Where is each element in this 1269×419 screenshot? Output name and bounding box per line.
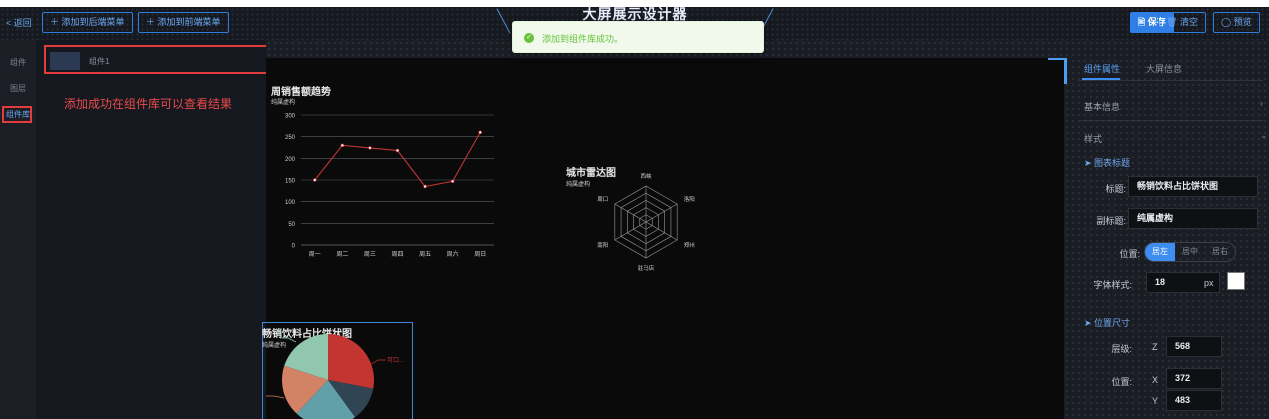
position-left-option[interactable]: 居左 bbox=[1145, 243, 1175, 261]
y-tick-label: 150 bbox=[285, 179, 296, 185]
radar-indicator-label: 西峡 bbox=[640, 172, 652, 180]
radar-indicator-label: 郑州 bbox=[684, 241, 695, 249]
tab-divider bbox=[1078, 80, 1263, 81]
title-position-segmented: 居左 居中 居右 bbox=[1144, 242, 1236, 262]
pie-label-line bbox=[280, 337, 297, 343]
back-link[interactable]: < 返回 bbox=[6, 16, 32, 29]
pie-slice-label: 饮 bbox=[276, 329, 282, 337]
pos-label: 位置: bbox=[1111, 377, 1132, 387]
title-label: 标题: bbox=[1105, 184, 1126, 194]
subtitle-input[interactable]: 纯属虚构 bbox=[1128, 208, 1258, 229]
font-style-label: 字体样式: bbox=[1093, 280, 1132, 290]
title-decoration-left bbox=[496, 8, 511, 34]
x-tick-label: 周三 bbox=[364, 251, 376, 258]
y-position-input[interactable]: 483 bbox=[1166, 390, 1222, 411]
z-prefix: Z bbox=[1152, 342, 1158, 352]
data-point bbox=[423, 184, 427, 189]
preview-button[interactable]: ◯ 预览 bbox=[1213, 12, 1260, 33]
pie-label-line bbox=[266, 395, 285, 399]
rail-highlight-box bbox=[2, 106, 32, 123]
radar-chart[interactable]: 西峡洛阳郑州驻马店 南阳 周口 bbox=[561, 158, 731, 288]
y-tick-label: 50 bbox=[288, 222, 295, 228]
pie-chart[interactable]: 可口... 饮 bbox=[266, 320, 416, 419]
design-canvas[interactable]: 周销售额趋势 纯属虚构 0 50 100 150 200 250 300 周一 周二 周三 周四 周五… bbox=[262, 58, 1064, 419]
style-section[interactable]: 样式 bbox=[1084, 132, 1102, 145]
line-chart-title: 周销售额趋势 bbox=[271, 87, 331, 98]
data-point bbox=[368, 146, 372, 150]
subtitle-label: 副标题: bbox=[1096, 216, 1126, 226]
x-tick-label: 周五 bbox=[419, 251, 431, 258]
radar-axis bbox=[614, 203, 647, 223]
rail-item-layers[interactable]: 图层 bbox=[0, 83, 36, 94]
rail-item-components[interactable]: 组件 bbox=[0, 57, 36, 68]
data-point bbox=[395, 148, 400, 153]
tab-screen-info[interactable]: 大屏信息 bbox=[1146, 62, 1182, 75]
y-tick-label: 0 bbox=[292, 244, 296, 250]
data-point bbox=[313, 178, 317, 182]
position-label: 位置: bbox=[1119, 249, 1140, 259]
add-to-back-menu-button[interactable]: ＋ 添加到后端菜单 bbox=[42, 12, 133, 33]
radar-indicator-label: 洛阳 bbox=[684, 195, 695, 203]
chevron-right-icon[interactable]: › bbox=[1260, 98, 1263, 108]
radar-indicator-label: 周口 bbox=[597, 196, 608, 203]
font-size-unit: px bbox=[1204, 278, 1214, 288]
pie-slice-label: 可口... bbox=[387, 357, 404, 364]
chart-title-subsection[interactable]: ➤ 图表标题 bbox=[1084, 156, 1130, 169]
chevron-down-icon[interactable]: ⌄ bbox=[1260, 130, 1268, 141]
layer-label: 层级: bbox=[1111, 344, 1132, 354]
data-point bbox=[340, 143, 345, 148]
add-to-front-menu-button[interactable]: ＋ 添加到前端菜单 bbox=[138, 12, 229, 33]
radar-indicator-label: 南阳 bbox=[597, 241, 608, 249]
y-tick-label: 250 bbox=[285, 135, 296, 141]
data-point bbox=[478, 130, 482, 135]
x-tick-label: 周日 bbox=[474, 251, 486, 258]
pie-label-line bbox=[369, 359, 386, 366]
radar-indicator-label: 驻马店 bbox=[638, 264, 655, 272]
font-color-swatch[interactable] bbox=[1227, 272, 1245, 290]
y-tick-label: 300 bbox=[285, 114, 296, 120]
radar-axis bbox=[614, 221, 647, 241]
y-prefix: Y bbox=[1152, 396, 1159, 406]
toast-message: 添加到组件库成功。 bbox=[542, 34, 624, 44]
tab-component-props[interactable]: 组件属性 bbox=[1084, 62, 1120, 75]
z-index-input[interactable]: 568 bbox=[1166, 336, 1222, 357]
position-size-subsection[interactable]: ➤ 位置尺寸 bbox=[1084, 316, 1130, 329]
canvas-corner-marker bbox=[1064, 58, 1067, 84]
x-tick-label: 周一 bbox=[309, 251, 321, 258]
series-line bbox=[314, 132, 481, 188]
x-tick-label: 周六 bbox=[447, 250, 459, 258]
section-divider bbox=[1078, 120, 1263, 121]
annotation-highlight-box bbox=[44, 45, 272, 74]
radar-axis bbox=[645, 203, 678, 223]
left-rail: 组件 图层 组件库 bbox=[0, 40, 36, 419]
line-chart[interactable]: 0 50 100 150 200 250 300 周一 周二 周三 周四 周五 周六 周日 bbox=[266, 103, 506, 263]
canvas-corner-marker-h bbox=[1048, 58, 1067, 60]
y-tick-label: 100 bbox=[285, 200, 296, 206]
x-position-input[interactable]: 372 bbox=[1166, 368, 1222, 389]
pie-slice bbox=[328, 334, 374, 389]
clear-button[interactable]: 🗑 清空 bbox=[1158, 12, 1206, 33]
y-tick-label: 200 bbox=[285, 157, 296, 163]
radar-axis bbox=[645, 221, 678, 241]
title-input[interactable]: 畅销饮料占比饼状图 bbox=[1128, 176, 1258, 197]
x-tick-label: 周二 bbox=[336, 251, 348, 258]
position-center-option[interactable]: 居中 bbox=[1175, 243, 1205, 261]
data-point bbox=[450, 179, 455, 184]
success-toast: ✓ 添加到组件库成功。 bbox=[512, 21, 764, 53]
x-tick-label: 周四 bbox=[391, 251, 403, 258]
success-check-icon: ✓ bbox=[524, 33, 534, 43]
basic-info-section[interactable]: 基本信息 bbox=[1084, 100, 1120, 113]
annotation-note: 添加成功在组件库可以查看结果 bbox=[64, 97, 233, 111]
properties-panel: 组件属性 大屏信息 基本信息 › 样式 ⌄ ➤ 图表标题 标题: 畅销饮料占比饼… bbox=[1070, 40, 1269, 419]
x-prefix: X bbox=[1152, 375, 1159, 385]
position-right-option[interactable]: 居右 bbox=[1205, 243, 1235, 261]
